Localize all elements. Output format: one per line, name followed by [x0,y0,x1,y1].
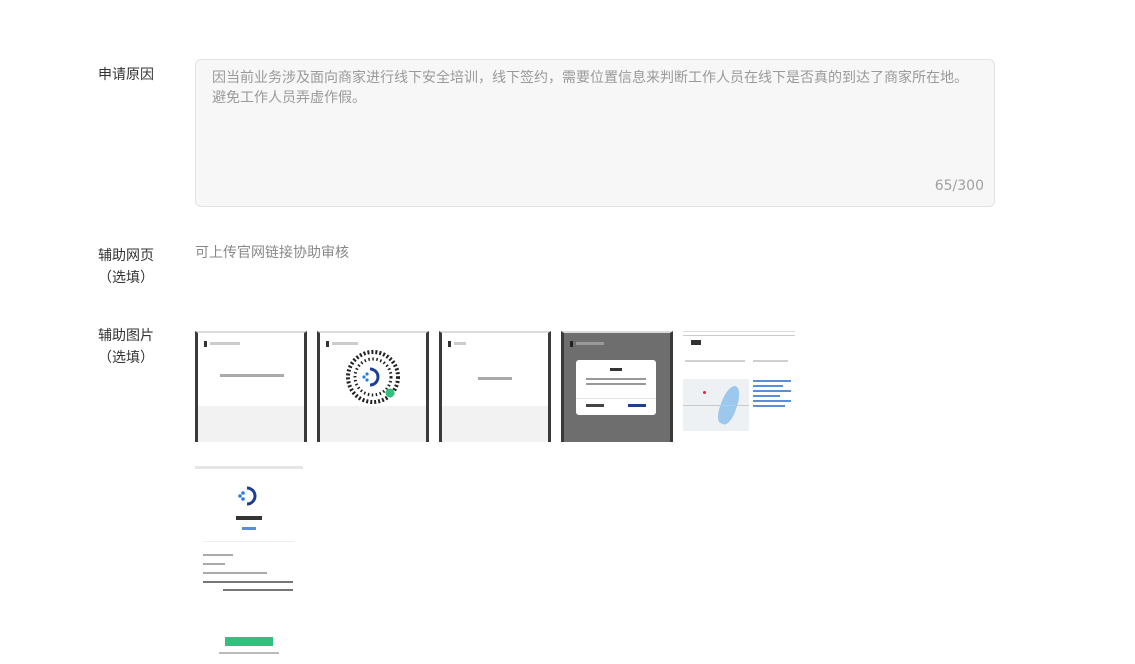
map-pin-icon [703,391,706,394]
image-thumbnail[interactable] [439,331,551,442]
dialog-text [586,383,646,385]
thumb-text-line [223,589,293,591]
web-label-line2: （选填） [98,270,154,286]
thumb-footnote [219,652,279,654]
images-label-line2: （选填） [98,350,154,366]
app-subtitle [242,527,256,530]
thumb-text-line [203,581,293,583]
web-label-line1: 辅助网页 [98,248,154,264]
web-label: 辅助网页 （选填） [90,245,162,289]
images-label: 辅助图片 （选填） [90,325,162,369]
dialog-text [586,378,646,380]
image-thumbnail[interactable] [195,466,303,664]
dialog-divider [576,398,656,399]
thumb-title-bar [204,341,207,347]
thumb-title [576,342,604,345]
thumb-logo [691,340,701,345]
thumb-side-list [753,380,791,428]
app-logo-icon [238,486,257,506]
thumb-text-line [203,572,267,574]
image-thumbnail[interactable] [317,331,429,442]
map-area [683,379,749,431]
image-thumbnail[interactable] [195,331,307,442]
thumb-title-bar [448,341,451,347]
map-road [683,405,749,406]
thumb-green-button [225,637,273,646]
app-name [236,516,262,520]
thumb-dialog [576,360,656,415]
thumb-title-bar [326,341,329,347]
web-link-hint[interactable]: 可上传官网链接协助审核 [195,242,349,262]
thumb-title [332,342,358,345]
thumb-text-line [203,554,233,556]
reason-text: 因当前业务涉及面向商家进行线下安全培训，线下签约，需要位置信息来判断工作人员在线… [212,70,968,106]
images-label-line1: 辅助图片 [98,328,154,344]
thumb-footer [198,406,304,442]
thumb-title [454,342,466,345]
qr-code-icon [346,350,400,404]
image-thumbnail[interactable] [683,331,795,442]
reason-textarea[interactable]: 因当前业务涉及面向商家进行线下安全培训，线下签约，需要位置信息来判断工作人员在线… [195,59,995,207]
dialog-title [610,368,622,371]
thumb-footer [320,406,426,442]
thumb-text-line [753,360,788,362]
thumb-title-bar [570,341,573,347]
char-counter: 65/300 [934,178,984,194]
dialog-confirm [628,404,646,407]
thumb-divider [203,541,295,542]
thumb-footer [442,406,548,442]
thumb-title [210,342,240,345]
thumb-text-line [685,360,745,362]
dialog-cancel [586,404,604,407]
thumb-text-line [203,563,225,565]
thumb-text-line [478,377,512,380]
thumb-toolbar [683,335,795,336]
image-thumbnail[interactable] [561,331,673,442]
reason-label: 申请原因 [98,67,154,83]
thumb-text-line [220,374,284,377]
